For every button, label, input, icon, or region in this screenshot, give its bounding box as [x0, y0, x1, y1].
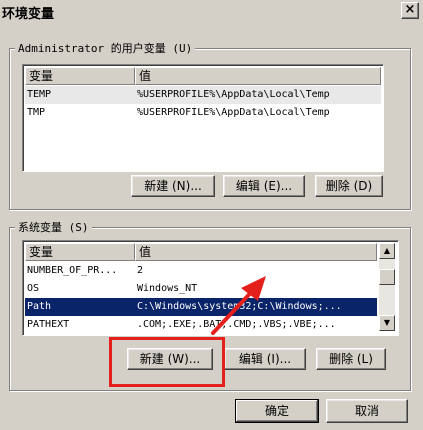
pointer-arrow-icon [211, 276, 266, 335]
ok-button[interactable]: 确定 [235, 399, 319, 423]
cancel-button[interactable]: 取消 [326, 399, 408, 423]
